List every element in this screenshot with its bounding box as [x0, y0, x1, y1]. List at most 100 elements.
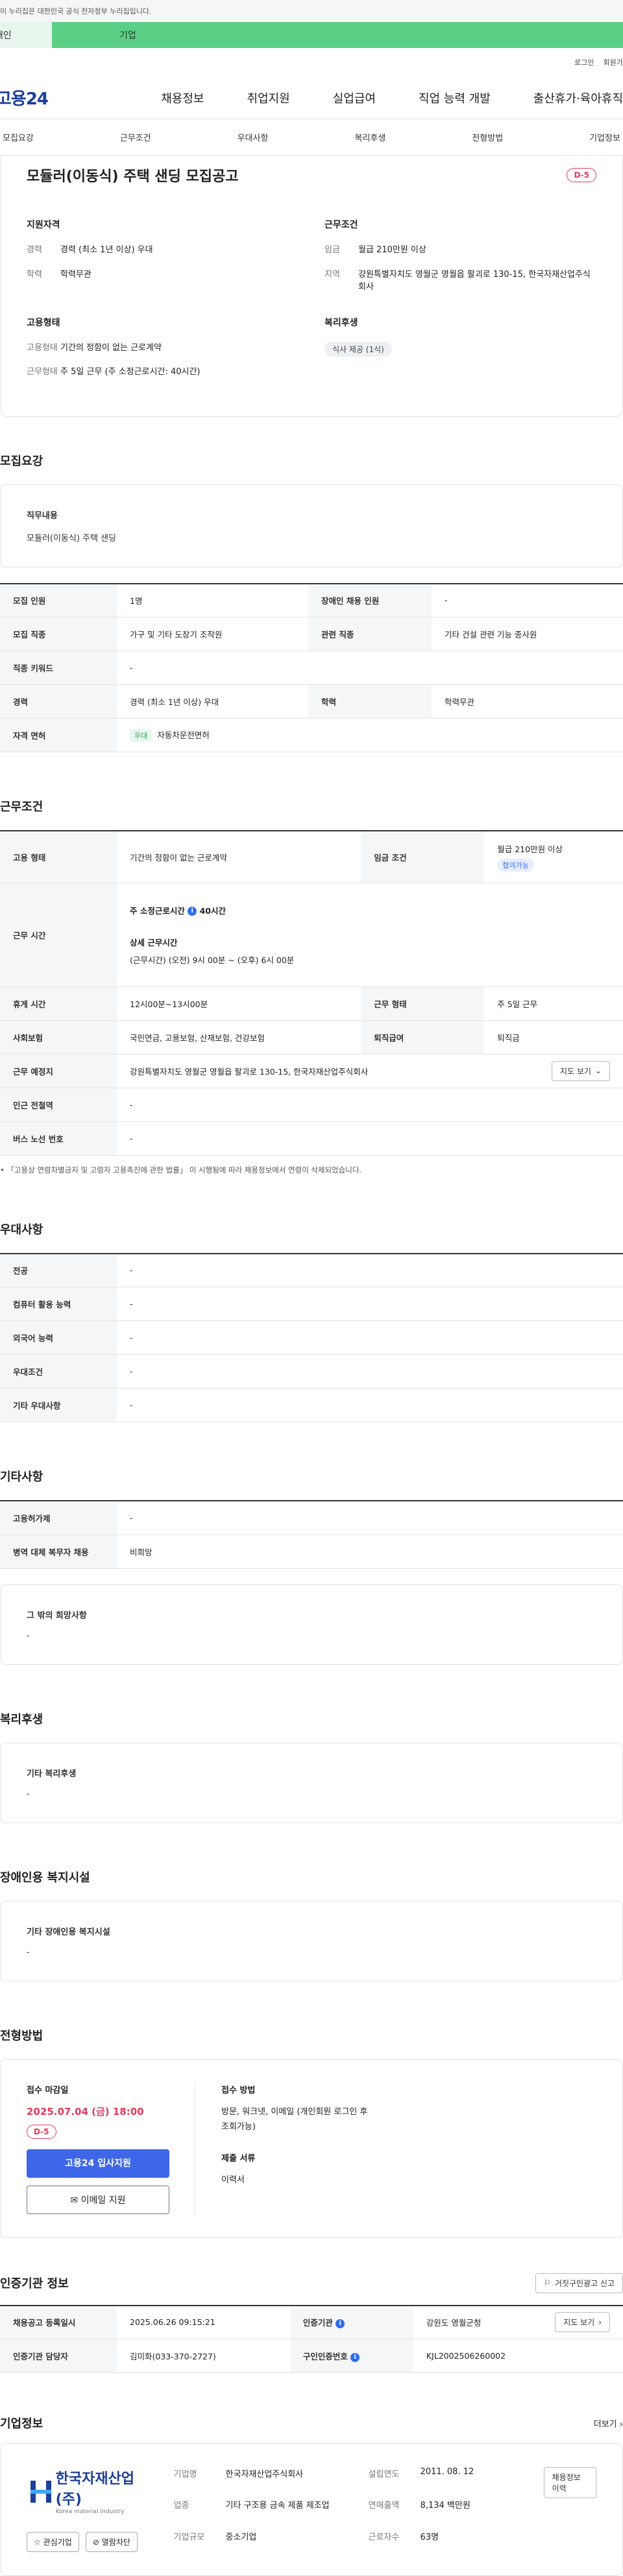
table-row: 병역 대체 복무자 채용 비희망 — [0, 1534, 623, 1569]
cert-map-button[interactable]: 지도 보기 › — [555, 2312, 610, 2333]
nav-unemployment[interactable]: 실업급여 — [312, 89, 397, 106]
subnav-company[interactable]: 기업정보 — [587, 131, 623, 143]
weekly-hours-value: 40시간 — [199, 905, 226, 916]
work-heading: 근무조건 — [324, 220, 358, 230]
table-row: 경력 경력 (최소 1년 이상) 우대 학력 학력무관 — [0, 684, 623, 719]
row-label: 외국어 능력 — [0, 1320, 117, 1355]
cert-table: 채용공고 등록일시 2025.06.26 09:15:21 인증기관 i 강원도 … — [0, 2304, 623, 2373]
nav-jobs[interactable]: 채용정보 — [140, 89, 225, 106]
table-row: 근무 시간 주 소정근로시간 i 40시간 상세 근무시간 (근무시간) (오전… — [0, 883, 623, 987]
subnav-recruit[interactable]: 모집요강 — [0, 131, 36, 143]
nav-leave[interactable]: 출산휴가·육아휴직 — [512, 89, 623, 106]
docs-label: 제출 서류 — [221, 2154, 256, 2164]
row-label: 버스 노선 번호 — [0, 1121, 117, 1156]
weekly-hours-label: 주 소정근로시간 — [130, 905, 185, 916]
row-label: 구인인증번호 i — [289, 2339, 413, 2373]
field-label: 업종 — [173, 2501, 189, 2511]
row-value: 가구 및 기타 도장기 조작원 — [117, 617, 308, 651]
dday-badge: D-5 — [27, 2124, 56, 2139]
license-value: 자동차운전면허 — [157, 730, 210, 740]
signup-link[interactable]: 회원가입 — [604, 57, 623, 67]
deadline-label: 접수 마감일 — [27, 2085, 69, 2095]
nav-training[interactable]: 직업 능력 개발 — [397, 89, 512, 106]
util-links: 로그인 회원가입 — [0, 48, 623, 77]
apply-button[interactable]: 고용24 입사지원 — [27, 2149, 169, 2178]
site-logo[interactable]: 고용24 — [0, 86, 49, 110]
report-button[interactable]: ⚐ 거짓구인광고 신고 — [535, 2272, 623, 2293]
benefits-label: 기타 복리후생 — [27, 1769, 77, 1779]
table-row: 채용공고 등록일시 2025.06.26 09:15:21 인증기관 i 강원도 … — [0, 2305, 623, 2339]
row-value: 1명 — [117, 583, 308, 617]
row-label: 기타 우대사항 — [0, 1388, 117, 1422]
apply-card: 접수 마감일 2025.07.04 (금) 18:00 D-5 고용24 입사지… — [0, 2058, 623, 2238]
disability-value: - — [27, 1947, 30, 1957]
row-label: 퇴직급여 — [361, 1020, 485, 1055]
table-row: 고용허가제 - — [0, 1501, 623, 1535]
docs-value: 이력서 — [221, 2175, 245, 2186]
field-label: 기업규모 — [173, 2532, 205, 2542]
row-value: 학력무관 — [432, 684, 623, 719]
row-value: 경력 (최소 1년 이상) 우대 — [117, 684, 308, 719]
benefits-heading: 복리후생 — [0, 1712, 43, 1726]
row-value: 주 5일 근무 — [484, 986, 623, 1021]
row-value: 우대 자동차운전면허 — [117, 718, 623, 752]
benefits-value: - — [27, 1789, 30, 1799]
process-heading: 전형방법 — [0, 2029, 43, 2043]
subnav-pref[interactable]: 우대사항 — [235, 131, 271, 143]
disability-card: 기타 장애인용 복지시설 - — [0, 1900, 623, 1981]
row-value: 강원특별자치도 영월군 영월읍 팔괴로 130-15, 한국자재산업주식회사 지… — [117, 1054, 623, 1088]
subnav-process[interactable]: 전형방법 — [469, 131, 506, 143]
table-row: 자격 면허 우대 자동차운전면허 — [0, 718, 623, 752]
row-value: 퇴직금 — [484, 1020, 623, 1055]
top-tabs: 개인 기업 — [0, 22, 623, 48]
qual-value: 학력무관 — [60, 269, 92, 280]
tab-personal[interactable]: 개인 — [0, 22, 52, 48]
subnav-work[interactable]: 근무조건 — [117, 131, 154, 143]
row-value: - — [117, 1388, 623, 1422]
subnav-benefits[interactable]: 복리후생 — [352, 131, 388, 143]
email-apply-button[interactable]: ✉ 이메일 지원 — [27, 2185, 169, 2214]
row-value: 국민연금, 고용보험, 산재보험, 건강보험 — [117, 1020, 361, 1055]
favorite-button[interactable]: ☆ 관심기업 — [27, 2532, 79, 2552]
row-label: 사회보험 — [0, 1020, 117, 1055]
login-link[interactable]: 로그인 — [574, 57, 594, 67]
job-desc-value: 모듈러(이동식) 주택 샌딩 — [27, 533, 117, 543]
nav-employment-support[interactable]: 취업지원 — [225, 89, 311, 106]
row-value: - — [117, 650, 623, 685]
qual-label: 학력 — [27, 269, 42, 280]
history-button[interactable]: 채용정보 이력 — [543, 2467, 596, 2498]
info-icon[interactable]: i — [336, 2319, 345, 2328]
row-value: 김미화(033-370-2727) — [117, 2339, 290, 2373]
row-value: - — [117, 1121, 623, 1156]
disability-heading: 장애인용 복지시설 — [0, 1870, 90, 1885]
qual-heading: 지원자격 — [27, 220, 60, 230]
company-logo-icon — [31, 2481, 51, 2503]
more-link[interactable]: 더보기 › — [594, 2417, 623, 2429]
benefits-card: 기타 복리후생 - — [0, 1742, 623, 1823]
table-row: 우대조건 - — [0, 1354, 623, 1389]
method-value: 방문, 워크넷, 이메일 (개인회원 로그인 후 조회가능) — [221, 2106, 368, 2132]
row-label: 고용허가제 — [0, 1501, 117, 1535]
gov-banner-text: 이 누리집은 대한민국 공식 전자정부 누리집입니다. — [0, 7, 152, 16]
map-button[interactable]: 지도 보기 ⌄ — [551, 1060, 610, 1081]
tab-company[interactable]: 기업 — [52, 22, 623, 48]
company-card: 한국자재산업(주) Korea material Industry ☆ 관심기업 … — [0, 2443, 623, 2576]
star-icon: ☆ — [34, 2538, 41, 2547]
table-row: 인근 전철역 - — [0, 1088, 623, 1122]
chevron-right-icon: › — [619, 2419, 623, 2429]
logo-name: 한국자재산업(주) — [55, 2471, 135, 2508]
report-icon: ⚐ — [544, 2278, 551, 2287]
age-notice: • 「고용상 연령차별금지 및 고령자 고용촉진에 관한 법률」 이 시행됨에 … — [0, 1165, 362, 1175]
table-row: 기타 우대사항 - — [0, 1388, 623, 1422]
section-nav: 모집요강 근무조건 우대사항 복리후생 전형방법 기업정보 — [0, 119, 623, 156]
row-value: KJL2002506260002 — [413, 2339, 623, 2373]
table-row: 인증기관 담당자 김미화(033-370-2727) 구인인증번호 i KJL20… — [0, 2339, 623, 2373]
row-value: - — [117, 1354, 623, 1389]
work-cond-heading: 근무조건 — [0, 800, 43, 814]
info-icon[interactable]: i — [350, 2352, 360, 2362]
pref-heading: 우대사항 — [0, 1222, 43, 1237]
info-icon[interactable]: i — [188, 907, 197, 916]
table-row: 직종 키워드 - — [0, 650, 623, 685]
block-button[interactable]: ⊘ 열람차단 — [85, 2532, 138, 2552]
etc-table: 고용허가제 - 병역 대체 복무자 채용 비희망 — [0, 1500, 623, 1569]
